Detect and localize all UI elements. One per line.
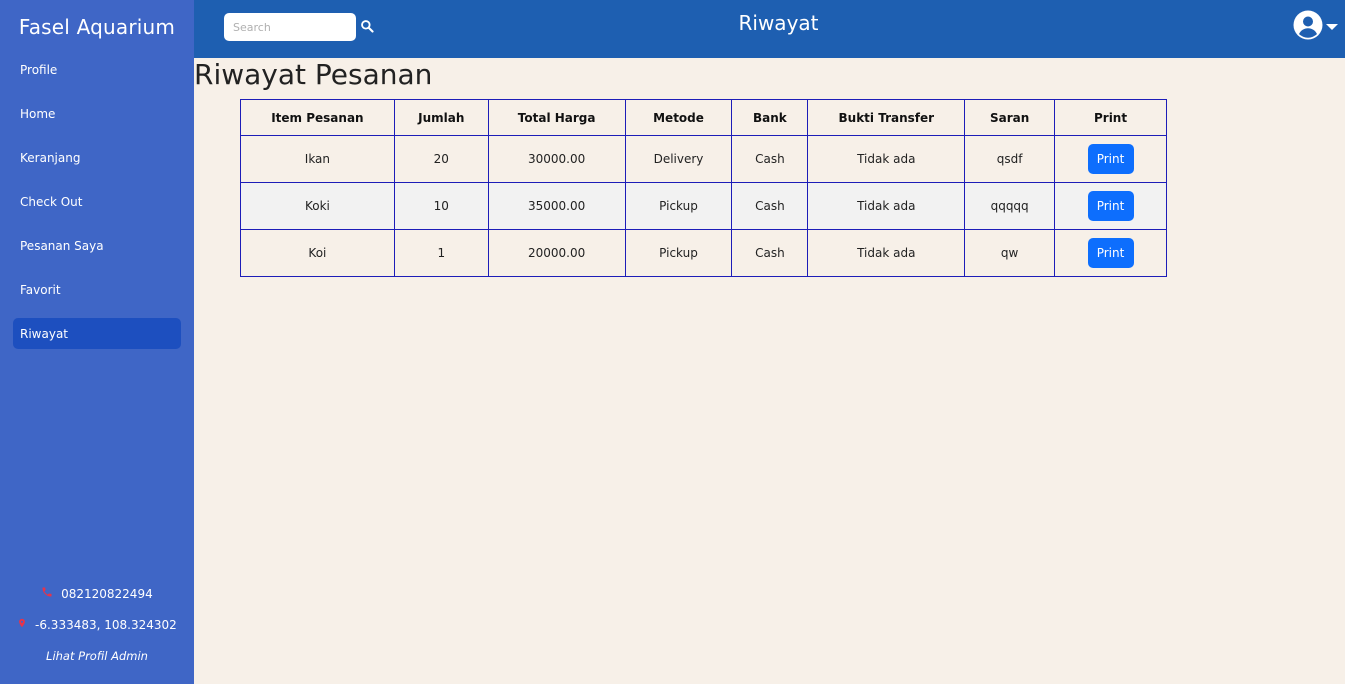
cell-bukti: Tidak ada — [807, 229, 966, 277]
cell-jumlah: 10 — [393, 182, 489, 230]
cell-metode: Delivery — [624, 135, 733, 183]
cell-item: Koki — [240, 182, 395, 230]
cell-bank: Cash — [731, 135, 809, 183]
table-row: Koi 1 20000.00 Pickup Cash Tidak ada qw … — [240, 229, 1167, 277]
contact-phone: 082120822494 — [0, 586, 194, 601]
sidebar-item-keranjang[interactable]: Keranjang — [13, 142, 181, 173]
map-pin-icon — [17, 618, 31, 632]
sidebar: Fasel Aquarium Profile Home Keranjang Ch… — [0, 0, 194, 684]
print-button[interactable]: Print — [1087, 144, 1134, 174]
column-header: Bank — [731, 99, 809, 136]
cell-bank: Cash — [731, 229, 809, 277]
column-header: Bukti Transfer — [807, 99, 966, 136]
cell-metode: Pickup — [624, 229, 733, 277]
cell-total: 20000.00 — [487, 229, 626, 277]
cell-jumlah: 20 — [393, 135, 489, 183]
sidebar-item-pesanan-saya[interactable]: Pesanan Saya — [13, 230, 181, 261]
sidebar-item-check-out[interactable]: Check Out — [13, 186, 181, 217]
sidebar-item-profile[interactable]: Profile — [13, 54, 181, 85]
cell-bank: Cash — [731, 182, 809, 230]
column-header: Total Harga — [487, 99, 626, 136]
cell-total: 35000.00 — [487, 182, 626, 230]
user-circle-icon — [1293, 10, 1323, 44]
print-button[interactable]: Print — [1087, 191, 1134, 221]
sidebar-footer: 082120822494 -6.333483, 108.324302 Lihat… — [0, 574, 194, 684]
sidebar-nav: Profile Home Keranjang Check Out Pesanan… — [0, 54, 194, 349]
chevron-down-icon — [1326, 24, 1338, 30]
cell-saran: qsdf — [964, 135, 1056, 183]
phone-number: 082120822494 — [61, 587, 153, 601]
print-button[interactable]: Print — [1087, 238, 1134, 268]
cell-print: Print — [1054, 182, 1167, 230]
sidebar-item-home[interactable]: Home — [13, 98, 181, 129]
table-header-row: Item Pesanan Jumlah Total Harga Metode B… — [240, 99, 1167, 136]
column-header: Print — [1054, 99, 1167, 136]
cell-bukti: Tidak ada — [807, 135, 966, 183]
page-title: Riwayat Pesanan — [194, 58, 433, 91]
cell-total: 30000.00 — [487, 135, 626, 183]
cell-metode: Pickup — [624, 182, 733, 230]
cell-jumlah: 1 — [393, 229, 489, 277]
column-header: Jumlah — [393, 99, 489, 136]
table-row: Koki 10 35000.00 Pickup Cash Tidak ada q… — [240, 182, 1167, 230]
user-menu-toggle[interactable] — [1293, 10, 1338, 44]
brand-title[interactable]: Fasel Aquarium — [0, 0, 194, 54]
column-header: Metode — [624, 99, 733, 136]
sidebar-item-favorit[interactable]: Favorit — [13, 274, 181, 305]
cell-item: Ikan — [240, 135, 395, 183]
admin-profile-link[interactable]: Lihat Profil Admin — [0, 649, 194, 663]
search-icon[interactable] — [360, 18, 376, 34]
topbar: Riwayat — [194, 0, 1345, 58]
table-row: Ikan 20 30000.00 Delivery Cash Tidak ada… — [240, 135, 1167, 183]
location-coordinates: -6.333483, 108.324302 — [35, 618, 177, 632]
sidebar-item-riwayat[interactable]: Riwayat — [13, 318, 181, 349]
cell-saran: qqqqq — [964, 182, 1056, 230]
search-input[interactable] — [224, 13, 356, 41]
column-header: Item Pesanan — [240, 99, 395, 136]
cell-print: Print — [1054, 135, 1167, 183]
cell-saran: qw — [964, 229, 1056, 277]
column-header: Saran — [964, 99, 1056, 136]
order-history-table: Item Pesanan Jumlah Total Harga Metode B… — [240, 99, 1167, 277]
cell-item: Koi — [240, 229, 395, 277]
cell-bukti: Tidak ada — [807, 182, 966, 230]
contact-location: -6.333483, 108.324302 — [0, 617, 194, 632]
phone-icon — [41, 587, 57, 601]
cell-print: Print — [1054, 229, 1167, 277]
